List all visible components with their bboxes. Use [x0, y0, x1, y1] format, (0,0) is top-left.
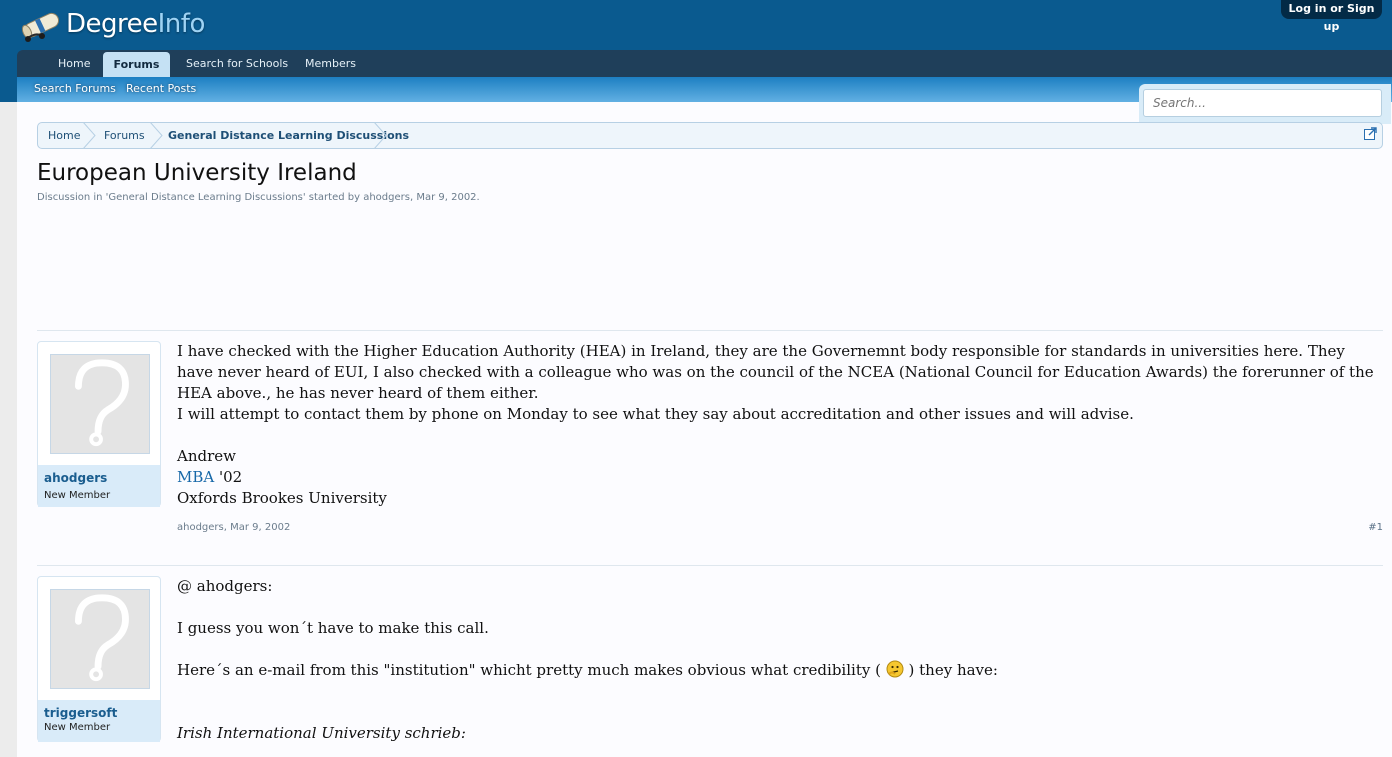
- site-logo[interactable]: DegreeInfo: [18, 4, 205, 44]
- signature-school: Oxfords Brookes University: [177, 489, 387, 507]
- avatar[interactable]: [50, 354, 150, 454]
- tab-forums[interactable]: Forums: [103, 52, 170, 79]
- breadcrumb-separator-icon: [82, 122, 96, 149]
- username[interactable]: triggersoft: [44, 706, 117, 720]
- search-input[interactable]: [1143, 89, 1382, 117]
- logo-secondary: Info: [157, 9, 206, 39]
- search-bar: [1139, 84, 1391, 124]
- degree-year: '02: [214, 468, 243, 486]
- breadcrumb-separator-icon: [373, 122, 387, 149]
- post-date[interactable]: Mar 9, 2002: [230, 522, 290, 533]
- user-card: triggersoft New Member: [37, 576, 161, 742]
- quote-attribution: Irish International University schrieb:: [177, 724, 466, 742]
- avatar[interactable]: [50, 589, 150, 689]
- jump-to-icon[interactable]: [1364, 127, 1377, 140]
- thread-byline: Discussion in 'General Distance Learning…: [37, 192, 480, 203]
- logo-scroll-icon: [21, 12, 60, 42]
- tab-search-for-schools[interactable]: Search for Schools: [186, 50, 288, 77]
- login-signup-link[interactable]: Log in or Sign up: [1281, 0, 1382, 33]
- post-divider: [37, 565, 1383, 566]
- post-meta: ahodgers, Mar 9, 2002: [177, 522, 291, 533]
- tab-home[interactable]: Home: [58, 50, 90, 77]
- post-text: Here´s an e-mail from this "institution"…: [177, 661, 881, 679]
- user-title: New Member: [44, 722, 111, 733]
- degree-link[interactable]: MBA: [177, 468, 214, 486]
- post-paragraph: Here´s an e-mail from this "institution"…: [177, 660, 998, 681]
- breadcrumb-home[interactable]: Home: [48, 123, 80, 148]
- username[interactable]: ahodgers: [44, 471, 107, 485]
- user-title: New Member: [44, 490, 111, 501]
- avatar-placeholder-icon: [75, 359, 129, 447]
- main-nav: Home Forums Search for Schools Members: [17, 50, 1392, 79]
- breadcrumb: Home Forums General Distance Learning Di…: [37, 122, 1383, 149]
- left-gutter: [0, 102, 17, 757]
- user-info: triggersoft New Member: [38, 700, 160, 742]
- logo-wordmark: DegreeInfo: [66, 4, 205, 44]
- signature-name: Andrew: [177, 447, 236, 465]
- subnav-recent-posts[interactable]: Recent Posts: [126, 77, 196, 102]
- breadcrumb-separator-icon: [149, 122, 163, 149]
- breadcrumb-forums[interactable]: Forums: [104, 123, 145, 148]
- post-paragraph: I have checked with the Higher Education…: [177, 342, 1374, 402]
- user-info: ahodgers New Member: [38, 465, 160, 507]
- thinking-smilie-icon: [886, 660, 904, 678]
- user-card: ahodgers New Member: [37, 341, 161, 507]
- post-number[interactable]: #1: [1368, 522, 1383, 533]
- post-paragraph: I guess you won´t have to make this call…: [177, 619, 489, 637]
- post-author-link[interactable]: ahodgers: [177, 522, 224, 533]
- post-text: ) they have:: [908, 661, 998, 679]
- post-paragraph: I will attempt to contact them by phone …: [177, 405, 1134, 423]
- logo-primary: Degree: [66, 9, 158, 39]
- post-paragraph: @ ahodgers:: [177, 577, 273, 595]
- page-title: European University Ireland: [37, 160, 357, 186]
- subnav-search-forums[interactable]: Search Forums: [34, 77, 116, 102]
- post-divider: [37, 330, 1383, 331]
- signature-degree: MBA '02: [177, 467, 242, 488]
- avatar-placeholder-icon: [75, 594, 129, 682]
- tab-members[interactable]: Members: [305, 50, 356, 77]
